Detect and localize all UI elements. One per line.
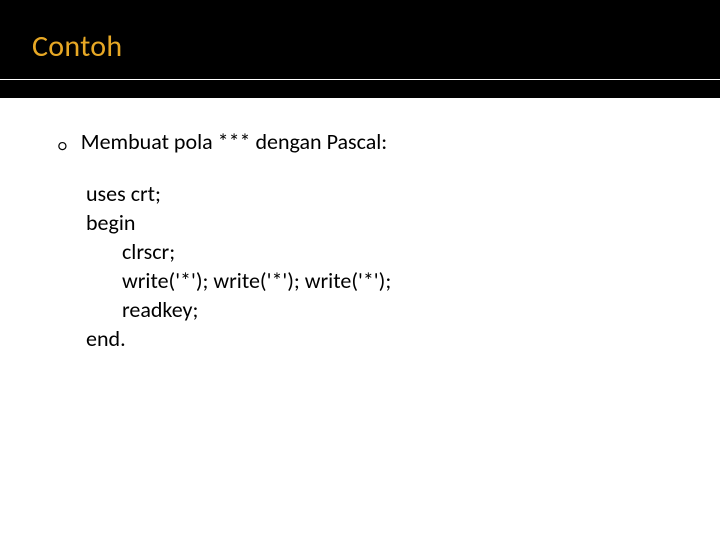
code-line: begin [86, 208, 692, 237]
slide-title: Contoh [32, 28, 720, 65]
code-block: uses crt; begin clrscr; write('*'); writ… [58, 179, 692, 353]
code-line: write('*'); write('*'); write('*'); [86, 266, 692, 295]
bullet-item: ○ Membuat pola *** dengan Pascal: [58, 128, 692, 155]
bullet-text: Membuat pola *** dengan Pascal: [81, 128, 387, 155]
code-line: uses crt; [86, 179, 692, 208]
bullet-marker: ○ [58, 139, 67, 155]
header-underline [0, 79, 720, 80]
code-line: clrscr; [86, 237, 692, 266]
slide-header: Contoh [0, 0, 720, 98]
code-line: end. [86, 324, 692, 353]
slide-content: ○ Membuat pola *** dengan Pascal: uses c… [0, 98, 720, 353]
code-line: readkey; [86, 295, 692, 324]
